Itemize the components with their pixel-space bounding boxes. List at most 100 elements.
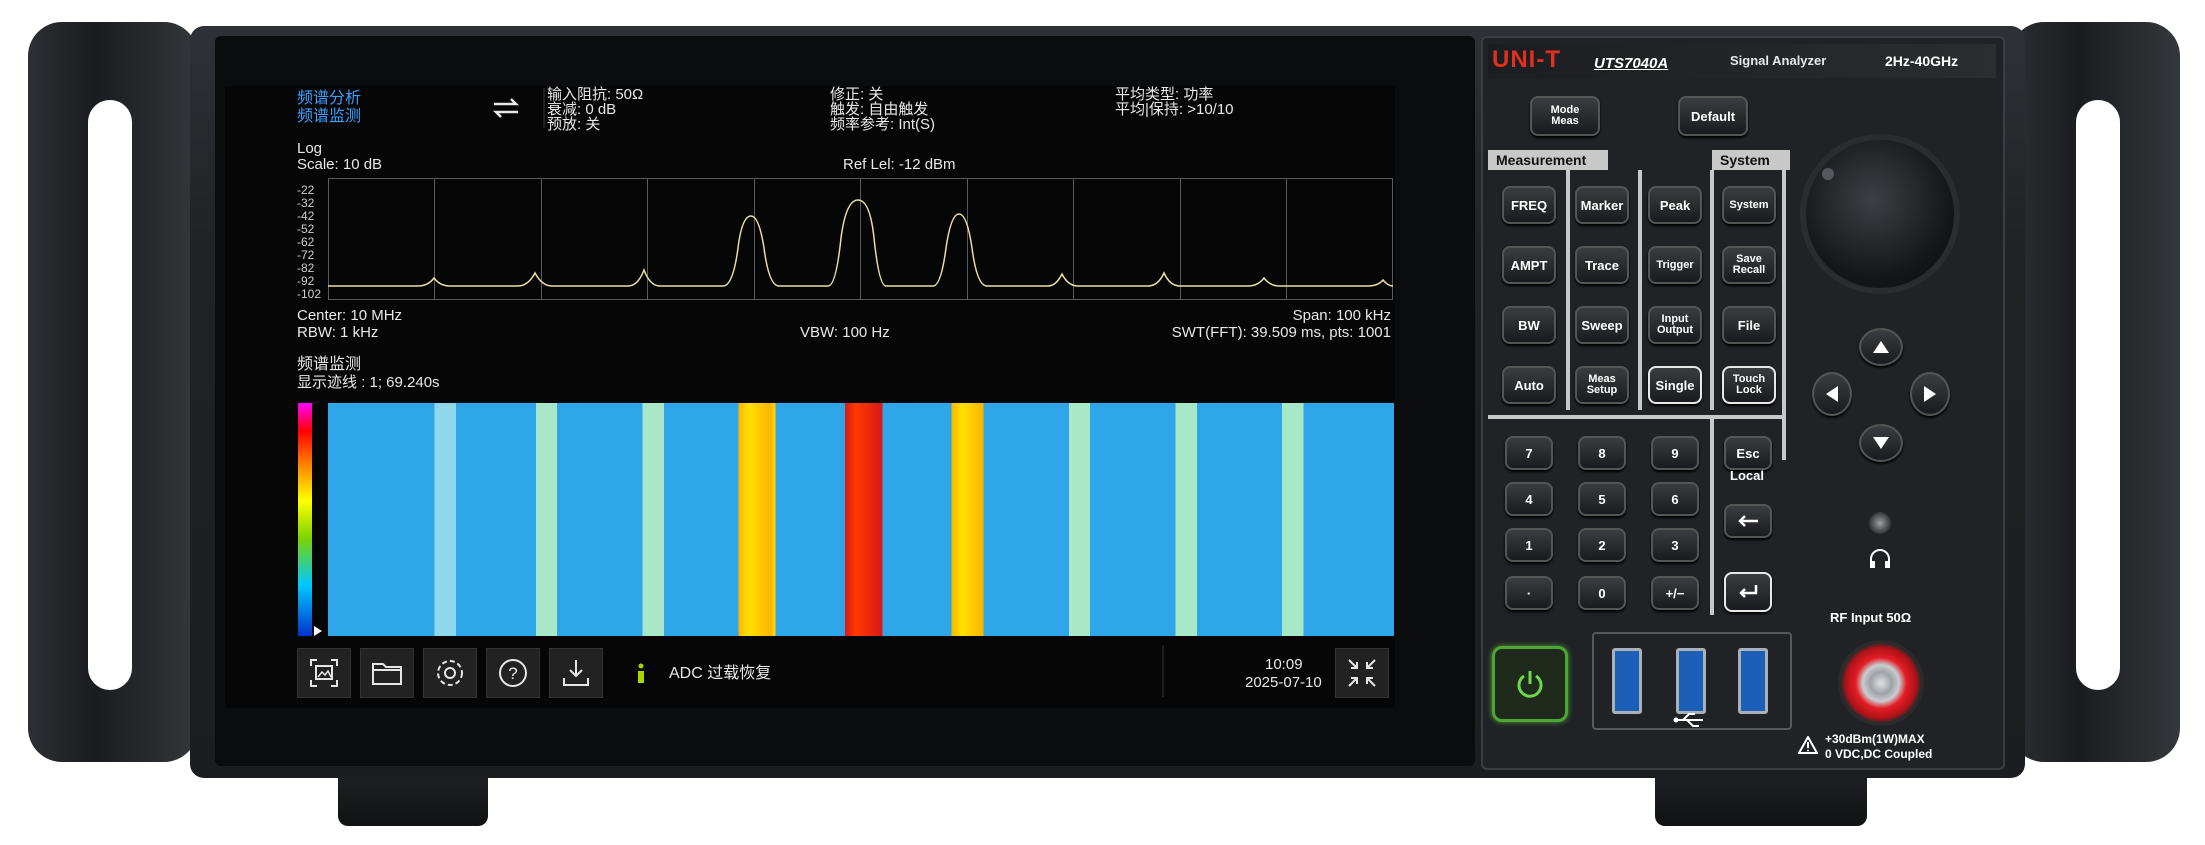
- key-1[interactable]: 1: [1505, 528, 1553, 562]
- y-tick: -52: [297, 222, 315, 236]
- esc-key[interactable]: Esc: [1724, 436, 1772, 470]
- warning-icon: [1797, 734, 1819, 754]
- enter-key[interactable]: [1724, 572, 1772, 612]
- vbw: VBW: 100 Hz: [800, 324, 890, 341]
- color-scale-marker-icon: [314, 626, 322, 636]
- power-icon: [1517, 671, 1543, 698]
- y-tick: -82: [297, 261, 315, 275]
- freq-reference: 频率参考: Int(S): [830, 116, 936, 133]
- file-key[interactable]: File: [1722, 306, 1776, 344]
- marker-key[interactable]: Marker: [1575, 186, 1629, 224]
- freq-key[interactable]: FREQ: [1502, 186, 1556, 224]
- help-icon[interactable]: ?: [486, 648, 540, 698]
- headphone-jack[interactable]: [1869, 512, 1891, 534]
- folder-icon[interactable]: [360, 648, 414, 698]
- rf-input-label: RF Input 50Ω: [1830, 610, 1912, 625]
- spectrum-plot[interactable]: [328, 178, 1393, 300]
- usb-icon: [1673, 712, 1707, 728]
- spectrum-trace: [328, 199, 1393, 287]
- ampt-key[interactable]: AMPT: [1502, 246, 1556, 284]
- system-section-header: System: [1712, 150, 1790, 170]
- span: Span: 100 kHz: [1292, 307, 1391, 324]
- mode-label[interactable]: 频谱分析: [297, 90, 361, 108]
- sweep-key[interactable]: Sweep: [1575, 306, 1629, 344]
- waterfall-display[interactable]: [328, 403, 1394, 636]
- touch-lock-key[interactable]: Touch Lock: [1722, 366, 1776, 404]
- arrow-down-key[interactable]: [1859, 424, 1903, 462]
- arrow-right-key[interactable]: [1910, 372, 1950, 416]
- sweep-time: SWT(FFT): 39.509 ms, pts: 1001: [1171, 324, 1391, 341]
- usb-port[interactable]: [1612, 648, 1642, 714]
- default-key[interactable]: Default: [1678, 96, 1748, 136]
- arrow-up-key[interactable]: [1859, 328, 1903, 366]
- gear-icon[interactable]: [423, 648, 477, 698]
- measurement-label[interactable]: 频谱监测: [297, 108, 361, 126]
- key-3[interactable]: 3: [1651, 528, 1699, 562]
- usb-port[interactable]: [1676, 648, 1706, 714]
- meas-setup-key[interactable]: Meas Setup: [1575, 366, 1629, 404]
- single-key[interactable]: Single: [1648, 366, 1702, 404]
- max-input-warning: +30dBm(1W)MAX: [1825, 732, 1925, 746]
- key-9[interactable]: 9: [1651, 436, 1699, 470]
- mode-meas-key[interactable]: Mode Meas: [1530, 96, 1600, 136]
- key-8[interactable]: 8: [1578, 436, 1626, 470]
- peak-key[interactable]: Peak: [1648, 186, 1702, 224]
- average-hold: 平均|保持: >10/10: [1115, 101, 1234, 118]
- reference-level: Ref Lel: -12 dBm: [843, 156, 956, 173]
- preamp: 预放: 关: [547, 116, 601, 133]
- rbw: RBW: 1 kHz: [297, 324, 379, 341]
- y-tick: -72: [297, 248, 315, 262]
- auto-key[interactable]: Auto: [1502, 366, 1556, 404]
- screenshot-icon[interactable]: [297, 648, 351, 698]
- right-handle: [2010, 22, 2180, 762]
- arrow-right-icon: [1924, 386, 1936, 402]
- right-foot: [1655, 770, 1867, 826]
- y-tick: -42: [297, 209, 315, 223]
- power-button[interactable]: [1492, 646, 1568, 722]
- info-icon: [635, 663, 647, 685]
- backspace-icon: [1738, 515, 1758, 527]
- rf-input-connector[interactable]: [1838, 640, 1924, 726]
- backspace-key[interactable]: [1724, 504, 1772, 538]
- key-7[interactable]: 7: [1505, 436, 1553, 470]
- y-tick: -102: [297, 287, 322, 301]
- arrow-left-key[interactable]: [1812, 372, 1852, 416]
- left-handle: [28, 22, 198, 762]
- trigger-key[interactable]: Trigger: [1648, 246, 1702, 284]
- y-tick: -92: [297, 274, 315, 288]
- input-output-key[interactable]: Input Output: [1648, 306, 1702, 344]
- download-icon[interactable]: [549, 648, 603, 698]
- y-tick: -62: [297, 235, 315, 249]
- model-name: UTS7040A: [1594, 55, 1669, 72]
- waterfall-title: 频谱监测: [297, 356, 362, 373]
- clock-time: 10:09: [1265, 656, 1303, 673]
- key-decimal[interactable]: ·: [1505, 576, 1553, 610]
- arrow-down-icon: [1873, 437, 1889, 449]
- system-key[interactable]: System: [1722, 186, 1776, 224]
- y-tick: -22: [297, 183, 315, 197]
- bw-key[interactable]: BW: [1502, 306, 1556, 344]
- trace-key[interactable]: Trace: [1575, 246, 1629, 284]
- key-5[interactable]: 5: [1578, 482, 1626, 516]
- headphone-icon: [1868, 548, 1892, 570]
- arrow-left-icon: [1826, 386, 1838, 402]
- brand-logo: UNI-T: [1492, 46, 1561, 73]
- key-2[interactable]: 2: [1578, 528, 1626, 562]
- measurement-section-header: Measurement: [1488, 150, 1608, 170]
- scale-value: Scale: 10 dB: [297, 156, 383, 173]
- fullscreen-icon[interactable]: [1335, 648, 1389, 698]
- rotary-knob[interactable]: [1806, 140, 1954, 288]
- clock-date: 2025-07-10: [1245, 674, 1322, 691]
- center-frequency: Center: 10 MHz: [297, 307, 403, 324]
- save-recall-key[interactable]: Save Recall: [1722, 246, 1776, 284]
- usb-port[interactable]: [1738, 648, 1768, 714]
- key-6[interactable]: 6: [1651, 482, 1699, 516]
- svg-text:?: ?: [508, 664, 517, 683]
- key-4[interactable]: 4: [1505, 482, 1553, 516]
- key-plus-minus[interactable]: +/−: [1651, 576, 1699, 610]
- key-0[interactable]: 0: [1578, 576, 1626, 610]
- dc-coupling-warning: 0 VDC,DC Coupled: [1825, 747, 1933, 761]
- enter-icon: [1739, 585, 1758, 598]
- swap-icon[interactable]: [488, 92, 524, 124]
- waterfall-trace-info: 显示迹线 : 1; 69.240s: [297, 374, 440, 391]
